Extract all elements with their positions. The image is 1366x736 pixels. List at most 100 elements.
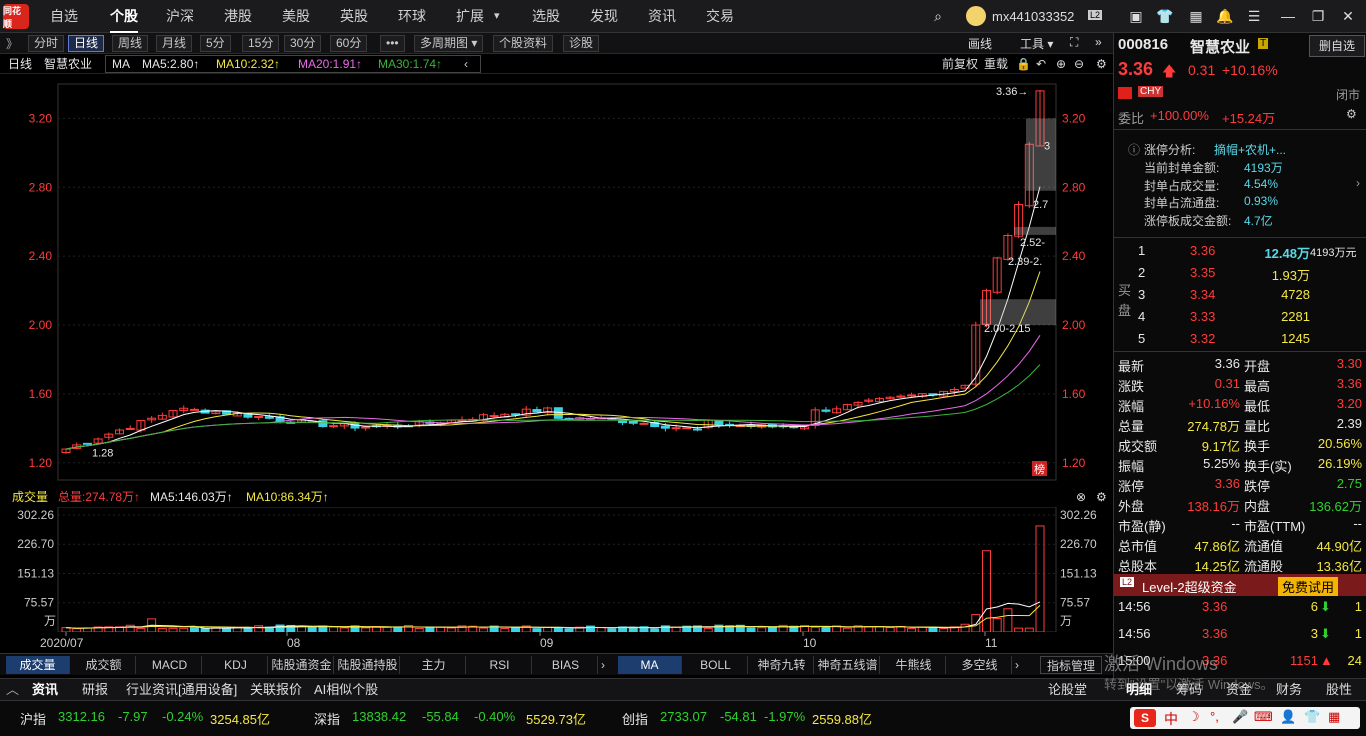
- indicator-tab-right-2[interactable]: 神奇九转: [750, 656, 814, 674]
- bottom-tab-1[interactable]: 研报: [82, 679, 108, 701]
- candle[interactable]: [682, 427, 692, 430]
- candle[interactable]: [125, 427, 135, 430]
- nav-5[interactable]: 英股: [340, 0, 368, 33]
- app-logo[interactable]: 同花顺: [3, 4, 29, 29]
- stock-icon[interactable]: ▣: [1128, 8, 1144, 24]
- draw-line-button[interactable]: 画线: [968, 35, 992, 52]
- keyboard-icon[interactable]: ⌨: [1254, 709, 1273, 725]
- period-1[interactable]: 日线: [68, 35, 105, 52]
- bottom-tab-4[interactable]: AI相似个股: [314, 679, 378, 701]
- index-name[interactable]: 沪指: [20, 709, 46, 728]
- nav-7[interactable]: 扩展: [456, 0, 484, 33]
- candle[interactable]: [254, 415, 264, 418]
- gear-icon[interactable]: ⚙: [1346, 107, 1357, 121]
- nav-1[interactable]: 个股: [110, 0, 138, 33]
- indicator-tab-5[interactable]: 陆股通持股: [336, 656, 400, 674]
- volume-chart[interactable]: 302.26 302.26 226.70 226.70 151.13 151.13 75.5…: [0, 507, 1113, 632]
- undo-icon[interactable]: ↶: [1036, 54, 1046, 74]
- period-2[interactable]: 周线: [112, 35, 149, 52]
- user-name[interactable]: mx441033352: [992, 9, 1074, 24]
- index-name[interactable]: 深指: [314, 709, 340, 728]
- indicator-tab-right-0[interactable]: MA: [618, 656, 682, 674]
- remove-watchlist-button[interactable]: 删自选: [1309, 35, 1365, 57]
- indicator-tab-6[interactable]: 主力: [402, 656, 466, 674]
- candle[interactable]: [585, 418, 595, 421]
- chevron-down-icon[interactable]: ▾: [494, 0, 500, 33]
- period-5[interactable]: 15分: [242, 35, 280, 52]
- nav-4[interactable]: 美股: [282, 0, 310, 33]
- grid-icon[interactable]: ▦: [1188, 8, 1204, 24]
- mic-icon[interactable]: 🎤: [1232, 709, 1248, 725]
- search-icon[interactable]: ⌕: [930, 8, 946, 24]
- period-3[interactable]: 月线: [156, 35, 193, 52]
- adjust-button[interactable]: 前复权: [942, 54, 978, 74]
- period-4[interactable]: 5分: [200, 35, 231, 52]
- candle[interactable]: [618, 420, 628, 424]
- candle[interactable]: [692, 428, 702, 431]
- indicator-tab-1[interactable]: 成交额: [72, 656, 136, 674]
- volume-bar[interactable]: [1003, 608, 1013, 632]
- indicator-tab-3[interactable]: KDJ: [204, 656, 268, 674]
- indicator-tab-8[interactable]: BIAS: [534, 656, 598, 674]
- nav-11[interactable]: 交易: [706, 0, 734, 33]
- indicator-tab-right-1[interactable]: BOLL: [684, 656, 748, 674]
- candle[interactable]: [489, 415, 499, 418]
- fullscreen-icon[interactable]: ⛶: [1070, 35, 1078, 50]
- close-icon[interactable]: ✕: [1340, 8, 1356, 24]
- profile-button[interactable]: 个股资料: [493, 35, 554, 52]
- candle[interactable]: [361, 426, 371, 429]
- chevron-right-icon[interactable]: ›: [1010, 656, 1024, 674]
- indicator-tab-2[interactable]: MACD: [138, 656, 202, 674]
- collapse-icon[interactable]: 》: [6, 35, 18, 52]
- kline-chart[interactable]: 3.20 3.20 2.80 2.80 2.40 2.40 2.00 2.00 1.60 1.60…: [0, 74, 1113, 486]
- zoom-out-icon[interactable]: ⊖: [1074, 54, 1084, 74]
- candle[interactable]: [532, 409, 542, 413]
- chinese-mode-icon[interactable]: 中: [1164, 709, 1178, 729]
- nav-8[interactable]: 选股: [532, 0, 560, 33]
- more-button[interactable]: •••: [380, 35, 405, 52]
- chevron-right-icon[interactable]: ›: [596, 656, 610, 674]
- candle[interactable]: [660, 425, 670, 429]
- nav-6[interactable]: 环球: [398, 0, 426, 33]
- bottom-tab-3[interactable]: 关联报价: [250, 679, 302, 701]
- volume-title[interactable]: 成交量: [12, 487, 48, 507]
- nav-0[interactable]: 自选: [50, 0, 78, 33]
- candle[interactable]: [82, 442, 92, 445]
- period-6[interactable]: 30分: [284, 35, 322, 52]
- skin-icon[interactable]: 👤: [1280, 709, 1296, 725]
- grid-icon[interactable]: ▦: [1328, 709, 1340, 725]
- candle[interactable]: [189, 408, 199, 411]
- tools-button[interactable]: 工具 ▾: [1020, 35, 1053, 52]
- expand-icon[interactable]: ︿: [6, 679, 19, 701]
- menu-icon[interactable]: ☰: [1246, 8, 1262, 24]
- punctuation-icon[interactable]: °,: [1210, 709, 1219, 724]
- bottom-tab-2[interactable]: 行业资讯[通用设备]: [126, 679, 237, 701]
- candle[interactable]: [628, 420, 638, 424]
- indicator-tab-7[interactable]: RSI: [468, 656, 532, 674]
- diagnose-button[interactable]: 诊股: [563, 35, 600, 52]
- ime-toolbar[interactable]: S 中 ☽ °, 🎤 ⌨ 👤 👕 ▦: [1130, 707, 1360, 729]
- candle[interactable]: [511, 413, 521, 416]
- moon-icon[interactable]: ☽: [1188, 709, 1200, 725]
- candle[interactable]: [821, 409, 831, 412]
- volume-bar[interactable]: [992, 617, 1002, 632]
- indicator-tab-right-3[interactable]: 神奇五线谱: [816, 656, 880, 674]
- bottom-tab-0[interactable]: 资讯: [32, 679, 58, 701]
- candle[interactable]: [639, 422, 649, 425]
- zt-tags[interactable]: 摘帽+农机+...: [1214, 141, 1286, 158]
- index-name[interactable]: 创指: [622, 709, 648, 728]
- close-icon[interactable]: ⊗: [1076, 487, 1086, 507]
- overlay-button[interactable]: 重载: [984, 54, 1008, 74]
- restore-icon[interactable]: ❐: [1310, 8, 1326, 24]
- detail-tab-3[interactable]: 财务: [1276, 679, 1302, 701]
- multi-period-button[interactable]: 多周期图 ▾: [414, 35, 484, 52]
- candle[interactable]: [264, 416, 274, 419]
- sogou-icon[interactable]: S: [1134, 709, 1156, 727]
- nav-2[interactable]: 沪深: [166, 0, 194, 33]
- collapse-right-icon[interactable]: »: [1095, 35, 1102, 49]
- volume-bar[interactable]: [1035, 525, 1045, 632]
- period-7[interactable]: 60分: [330, 35, 368, 52]
- detail-tab-4[interactable]: 股性: [1326, 679, 1352, 701]
- gear-icon[interactable]: ⚙: [1096, 487, 1107, 507]
- candle[interactable]: [714, 420, 724, 426]
